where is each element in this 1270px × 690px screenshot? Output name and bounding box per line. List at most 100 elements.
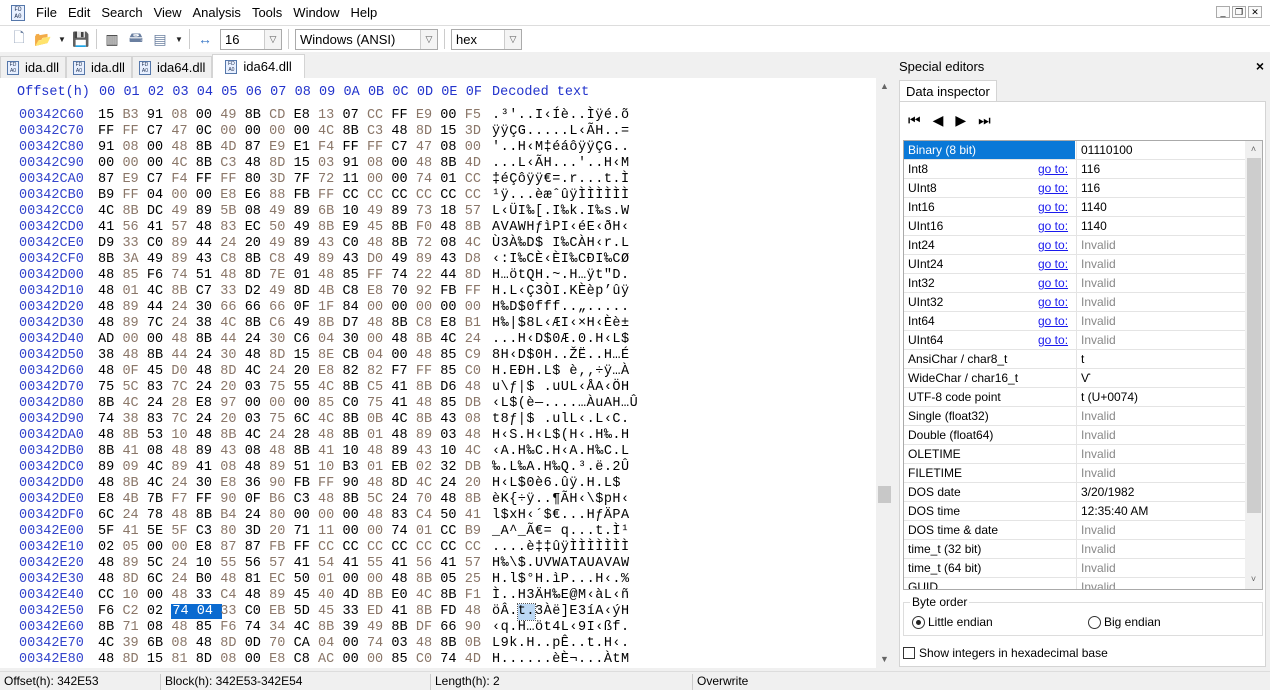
- hex-byte[interactable]: CC: [416, 540, 436, 555]
- hex-byte[interactable]: 00: [367, 652, 387, 667]
- hex-byte[interactable]: 48: [245, 588, 265, 603]
- hex-byte[interactable]: 83: [220, 220, 240, 235]
- hex-byte[interactable]: 22: [416, 268, 436, 283]
- hex-byte[interactable]: 89: [98, 460, 118, 475]
- hex-byte[interactable]: 8B: [171, 284, 191, 299]
- hex-byte[interactable]: 48: [220, 268, 240, 283]
- hex-byte[interactable]: 48: [98, 268, 118, 283]
- hex-byte[interactable]: 44: [196, 236, 216, 251]
- type-value[interactable]: 116: [1076, 160, 1246, 179]
- decoded-text[interactable]: H‰D$0fff..„.....: [492, 300, 630, 315]
- decoded-text[interactable]: H.l$°H.ìP...H‹.%: [492, 572, 630, 587]
- hex-byte[interactable]: 5D: [294, 604, 314, 619]
- hex-byte[interactable]: 48: [245, 348, 265, 363]
- hex-byte[interactable]: 0F: [122, 364, 142, 379]
- hex-byte[interactable]: 73: [416, 204, 436, 219]
- type-value[interactable]: Invalid: [1076, 274, 1246, 293]
- type-value[interactable]: t: [1076, 350, 1246, 369]
- hex-byte[interactable]: 24: [269, 428, 289, 443]
- hex-byte[interactable]: 28: [294, 428, 314, 443]
- hex-byte[interactable]: 48: [465, 380, 485, 395]
- hex-byte[interactable]: 48: [98, 572, 118, 587]
- hex-byte[interactable]: 48: [98, 300, 118, 315]
- hex-byte[interactable]: 48: [122, 348, 142, 363]
- decoded-text[interactable]: èK{÷ÿ..¶ÃH‹\$pH‹: [492, 492, 630, 507]
- hex-byte[interactable]: 38: [122, 412, 142, 427]
- last-icon[interactable]: ⏭: [978, 112, 991, 129]
- hex-byte[interactable]: 49: [367, 204, 387, 219]
- hex-byte[interactable]: 8B: [343, 428, 363, 443]
- hex-byte[interactable]: 38: [98, 348, 118, 363]
- chevron-down-icon[interactable]: ▽: [420, 29, 437, 49]
- hex-byte[interactable]: 89: [269, 588, 289, 603]
- hex-byte[interactable]: 03: [440, 428, 460, 443]
- hex-byte[interactable]: 00: [147, 588, 167, 603]
- chevron-down-icon[interactable]: ▽: [504, 29, 521, 49]
- scroll-down-icon[interactable]: ▼: [876, 651, 893, 668]
- decoded-text[interactable]: '..H‹M‡éáôÿÿÇG..: [492, 140, 630, 155]
- hex-byte[interactable]: 07: [343, 108, 363, 123]
- hex-byte[interactable]: 08: [171, 636, 191, 651]
- hex-byte[interactable]: 4D: [220, 140, 240, 155]
- hex-byte[interactable]: 48: [391, 428, 411, 443]
- hex-byte[interactable]: F5: [465, 108, 485, 123]
- type-value[interactable]: Invalid: [1076, 578, 1246, 589]
- hex-byte[interactable]: DB: [465, 460, 485, 475]
- hex-byte[interactable]: 4C: [391, 412, 411, 427]
- hex-byte[interactable]: 48: [318, 428, 338, 443]
- hex-byte[interactable]: B0: [196, 572, 216, 587]
- hex-byte[interactable]: 0C: [196, 124, 216, 139]
- hex-byte[interactable]: 00: [367, 300, 387, 315]
- hex-byte[interactable]: E1: [294, 140, 314, 155]
- hex-byte[interactable]: 01: [416, 524, 436, 539]
- hex-byte[interactable]: 8B: [465, 492, 485, 507]
- hex-byte[interactable]: 48: [391, 124, 411, 139]
- hex-byte[interactable]: 30: [220, 348, 240, 363]
- inspector-row[interactable]: Int32 go to: Invalid: [904, 274, 1246, 293]
- hex-byte[interactable]: 5E: [147, 524, 167, 539]
- hex-byte[interactable]: 41: [147, 220, 167, 235]
- decoded-text[interactable]: _A^_Ã€= q...t.Ì¹: [492, 524, 630, 539]
- hex-byte[interactable]: 08: [440, 140, 460, 155]
- hex-byte[interactable]: 03: [245, 412, 265, 427]
- hex-byte[interactable]: 10: [171, 428, 191, 443]
- hex-byte[interactable]: 00: [294, 124, 314, 139]
- hex-byte[interactable]: 20: [220, 380, 240, 395]
- hex-byte[interactable]: 00: [294, 508, 314, 523]
- hex-byte[interactable]: 24: [147, 396, 167, 411]
- menu-help[interactable]: Help: [346, 5, 384, 20]
- hex-byte[interactable]: 74: [416, 172, 436, 187]
- hex-byte[interactable]: 48: [367, 236, 387, 251]
- hex-byte[interactable]: 4C: [318, 412, 338, 427]
- decoded-text[interactable]: öÂ.t.3Àë]E3íA‹ýH: [492, 604, 630, 619]
- offset-base-select[interactable]: hex ▽: [451, 28, 522, 50]
- hex-byte[interactable]: 4C: [171, 156, 191, 171]
- decoded-text[interactable]: .³'..I‹Íè..Ìÿé.õ: [492, 108, 630, 123]
- decoded-text[interactable]: H‹L$0è6.ûÿ.H.L$: [492, 476, 630, 491]
- tab-ida64-dll-1[interactable]: FD A0 ida64.dll: [131, 56, 213, 78]
- hex-byte[interactable]: E8: [440, 316, 460, 331]
- hex-byte[interactable]: F7: [391, 364, 411, 379]
- hex-byte[interactable]: 43: [343, 252, 363, 267]
- hex-byte[interactable]: 24: [465, 332, 485, 347]
- hex-byte[interactable]: 10: [318, 460, 338, 475]
- hex-byte[interactable]: 89: [122, 556, 142, 571]
- decoded-text[interactable]: AVAWHƒìPI‹éE‹ðH‹: [492, 220, 630, 235]
- hex-byte[interactable]: 00: [245, 652, 265, 667]
- type-value[interactable]: Invalid: [1076, 293, 1246, 312]
- type-value[interactable]: Invalid: [1076, 540, 1246, 559]
- hex-byte[interactable]: 8B: [245, 108, 265, 123]
- hex-byte[interactable]: 41: [391, 380, 411, 395]
- hex-byte[interactable]: 48: [196, 636, 216, 651]
- hex-byte[interactable]: 3D: [269, 172, 289, 187]
- hex-byte[interactable]: 8B: [416, 332, 436, 347]
- hex-byte[interactable]: 74: [391, 268, 411, 283]
- hex-byte[interactable]: C0: [465, 364, 485, 379]
- hex-byte[interactable]: 70: [416, 492, 436, 507]
- hex-byte[interactable]: 10: [440, 444, 460, 459]
- hex-byte[interactable]: 57: [465, 556, 485, 571]
- hex-byte[interactable]: 8D: [220, 364, 240, 379]
- hex-byte[interactable]: 36: [245, 476, 265, 491]
- hex-byte[interactable]: FF: [465, 284, 485, 299]
- hex-byte[interactable]: 24: [391, 492, 411, 507]
